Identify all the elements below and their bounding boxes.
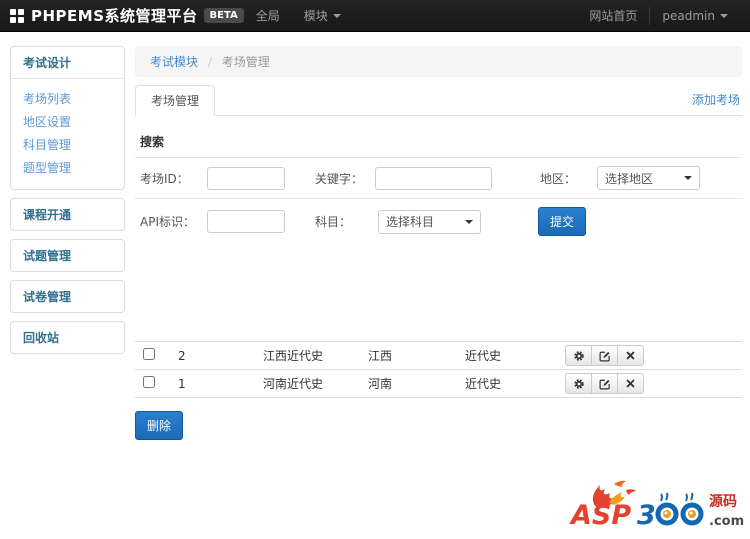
sidebar-section-recycle-bin: 回收站 xyxy=(10,321,125,354)
sidebar-header-course-opening[interactable]: 课程开通 xyxy=(11,199,124,230)
sidebar-header-question-management[interactable]: 试题管理 xyxy=(11,240,124,271)
beta-badge: BETA xyxy=(203,8,244,23)
gear-icon xyxy=(573,378,584,389)
sidebar-header-paper-management[interactable]: 试卷管理 xyxy=(11,281,124,312)
caret-down-icon xyxy=(684,176,692,180)
sidebar-header-exam-design[interactable]: 考试设计 xyxy=(11,47,124,79)
main-content: 考试模块 / 考场管理 考场管理 添加考场 搜索 考场ID： 关键字： 地区： … xyxy=(135,46,742,440)
breadcrumb-separator: / xyxy=(207,55,212,69)
region-select-value: 选择地区 xyxy=(605,171,654,186)
room-region-cell: 河南 xyxy=(368,377,393,391)
logo-text-asp: ASP xyxy=(569,500,631,531)
sidebar-item-room-list[interactable]: 考场列表 xyxy=(23,87,112,110)
breadcrumb-module-link[interactable]: 考试模块 xyxy=(150,55,198,69)
breadcrumb-current: 考场管理 xyxy=(221,55,270,69)
room-name-cell: 河南近代史 xyxy=(263,377,324,391)
close-icon xyxy=(626,379,635,388)
room-id-input[interactable] xyxy=(207,166,285,190)
room-subject-cell: 近代史 xyxy=(465,349,502,363)
sidebar-section-course-opening: 课程开通 xyxy=(10,198,125,231)
sidebar-section-exam-design: 考试设计 考场列表 地区设置 科目管理 题型管理 xyxy=(10,46,125,190)
subject-select-value: 选择科目 xyxy=(386,215,435,229)
sidebar-item-region-settings[interactable]: 地区设置 xyxy=(23,110,112,133)
edit-icon xyxy=(599,351,610,361)
row-checkbox[interactable] xyxy=(143,376,155,388)
region-select[interactable]: 选择地区 xyxy=(597,166,700,190)
gear-icon xyxy=(573,350,584,361)
logo-text-yuanma: 源码 xyxy=(709,493,737,510)
close-icon xyxy=(626,351,635,360)
delete-row-button[interactable] xyxy=(617,345,644,366)
row-checkbox-cell xyxy=(135,348,178,363)
nav-item-global[interactable]: 全局 xyxy=(244,0,292,32)
sidebar: 考试设计 考场列表 地区设置 科目管理 题型管理 课程开通 试题管理 试卷管理 … xyxy=(10,46,125,362)
room-id-cell: 1 xyxy=(178,376,186,391)
user-menu-label: peadmin xyxy=(662,8,715,23)
sidebar-item-question-type-management[interactable]: 题型管理 xyxy=(23,156,112,179)
tab-bar: 考场管理 添加考场 xyxy=(135,85,742,116)
row-action-group xyxy=(565,373,644,394)
settings-button[interactable] xyxy=(565,345,592,366)
edit-button[interactable] xyxy=(591,345,618,366)
region-label: 地区： xyxy=(540,171,577,186)
search-section-title: 搜索 xyxy=(135,133,742,158)
room-region-cell: 江西 xyxy=(368,349,393,363)
sidebar-section-paper-management: 试卷管理 xyxy=(10,280,125,313)
room-subject-cell: 近代史 xyxy=(465,377,502,391)
delete-selected-button[interactable]: 删除 xyxy=(135,411,184,440)
row-actions-cell xyxy=(565,345,742,366)
room-id-label: 考场ID： xyxy=(140,171,189,186)
row-checkbox[interactable] xyxy=(143,348,155,360)
api-id-label: API标识： xyxy=(140,215,195,229)
caret-down-icon xyxy=(465,219,473,224)
submit-button[interactable]: 提交 xyxy=(538,207,587,236)
search-form-row-1: 考场ID： 关键字： 地区： 选择地区 xyxy=(135,158,742,199)
nav-item-modules[interactable]: 模块 xyxy=(292,0,353,32)
logo-text-com: .com xyxy=(709,514,744,529)
table-row: 1 河南近代史 河南 近代史 xyxy=(135,370,742,398)
row-actions-cell xyxy=(565,373,742,394)
tab-room-management[interactable]: 考场管理 xyxy=(135,85,216,116)
user-menu[interactable]: peadmin xyxy=(650,0,740,32)
nav-item-site-home[interactable]: 网站首页 xyxy=(577,0,649,32)
logo-zero-eyes xyxy=(655,492,704,526)
sidebar-item-subject-management[interactable]: 科目管理 xyxy=(23,133,112,156)
sidebar-section-question-management: 试题管理 xyxy=(10,239,125,272)
table-row: 2 江西近代史 江西 近代史 xyxy=(135,342,742,370)
breadcrumb: 考试模块 / 考场管理 xyxy=(135,46,742,77)
settings-button[interactable] xyxy=(565,373,592,394)
add-room-link[interactable]: 添加考场 xyxy=(692,91,740,108)
sidebar-header-recycle-bin[interactable]: 回收站 xyxy=(11,322,124,353)
edit-icon xyxy=(599,379,610,389)
navbar-right: 网站首页 peadmin xyxy=(577,0,740,31)
api-id-input[interactable] xyxy=(207,210,285,233)
grid-icon xyxy=(10,8,24,23)
page: PHPEMS系统管理平台 BETA 全局 模块 网站首页 peadmin 考试设… xyxy=(0,0,750,539)
room-name-cell: 江西近代史 xyxy=(263,349,324,363)
logo-text-three: 3 xyxy=(637,500,656,531)
row-checkbox-cell xyxy=(135,376,178,391)
caret-down-icon xyxy=(332,13,341,18)
nav-item-modules-label: 模块 xyxy=(303,9,328,23)
search-form-row-2: API标识： 科目： 选择科目 提交 xyxy=(135,199,742,244)
keyword-input[interactable] xyxy=(375,166,492,190)
keyword-label: 关键字： xyxy=(315,171,364,186)
room-id-cell: 2 xyxy=(178,348,186,363)
subject-label: 科目： xyxy=(315,215,352,229)
row-action-group xyxy=(565,345,644,366)
delete-row-button[interactable] xyxy=(617,373,644,394)
navbar-left: PHPEMS系统管理平台 BETA 全局 模块 xyxy=(10,0,353,31)
caret-down-icon xyxy=(720,13,728,18)
edit-button[interactable] xyxy=(591,373,618,394)
asp300-logo: ASP 3 源码 .com xyxy=(569,480,744,531)
asp300-watermark-logo: ASP 3 源码 .com xyxy=(569,476,745,534)
sidebar-links: 考场列表 地区设置 科目管理 题型管理 xyxy=(11,79,124,189)
room-table: 2 江西近代史 江西 近代史 1 河南近代史 河南 近代史 xyxy=(135,341,742,398)
subject-select[interactable]: 选择科目 xyxy=(378,209,481,234)
top-navbar: PHPEMS系统管理平台 BETA 全局 模块 网站首页 peadmin xyxy=(0,0,750,32)
app-title[interactable]: PHPEMS系统管理平台 xyxy=(31,5,198,26)
